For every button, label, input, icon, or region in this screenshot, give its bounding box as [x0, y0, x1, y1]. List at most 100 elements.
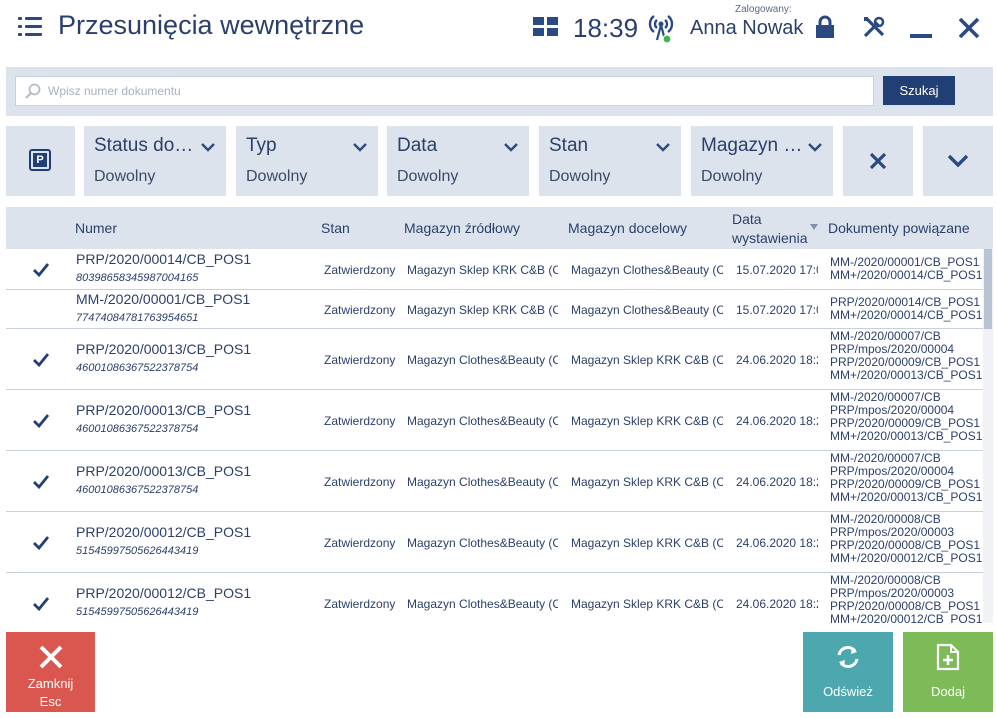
table-row[interactable]: MM-/2020/00001/CB_POS1 774740847817639546… [6, 290, 984, 329]
source-warehouse: Magazyn Sklep KRK C&B (CB) [407, 263, 558, 277]
filter-status[interactable]: Status dokumentu Dowolny [84, 126, 226, 196]
hamburger-menu-icon[interactable] [18, 17, 42, 37]
column-header-date-line2[interactable]: wystawienia [732, 230, 807, 246]
issue-date: 24.06.2020 18:20 [736, 536, 818, 550]
close-button-label: Zamknij [27, 676, 74, 691]
filter-title: Data [397, 135, 438, 156]
refresh-button-label: Odśwież [823, 684, 873, 699]
filter-value: Dowolny [701, 168, 763, 185]
filter-title: Stan [549, 135, 589, 156]
search-button[interactable]: Szukaj [883, 76, 955, 105]
scrollbar-thumb[interactable] [984, 249, 992, 329]
document-number: PRP/2020/00013/CB_POS1 [76, 463, 252, 479]
column-header-source-warehouse[interactable]: Magazyn źródłowy [404, 220, 520, 236]
tools-icon[interactable] [862, 15, 886, 39]
close-window-icon[interactable] [958, 17, 980, 39]
clear-filters-button[interactable] [843, 126, 913, 196]
document-state: Zatwierdzony [324, 475, 396, 489]
filter-title: Magazyn docelowy [701, 135, 803, 156]
column-header-state[interactable]: Stan [321, 220, 350, 236]
lock-icon[interactable] [815, 15, 835, 39]
filter-date[interactable]: Data Dowolny [387, 126, 529, 196]
search-input[interactable] [48, 81, 868, 101]
filter-value: Dowolny [94, 168, 156, 185]
table-row[interactable]: PRP/2020/00012/CB_POS1 515459975056264434… [6, 512, 984, 573]
related-document[interactable]: MM+/2020/00014/CB_POS1 [830, 269, 984, 282]
document-code: 77474084781763954651 [76, 312, 199, 324]
column-header-number[interactable]: Numer [75, 220, 117, 236]
related-document[interactable]: MM+/2020/00014/CB_POS1 [830, 309, 984, 322]
filter-type[interactable]: Typ Dowolny [236, 126, 378, 196]
close-button[interactable]: Zamknij Esc [6, 632, 95, 712]
column-header-date[interactable]: Data [732, 211, 762, 227]
clear-icon [869, 152, 887, 170]
related-documents: MM-/2020/00007/CB PRP/mpos/2020/00004 PRP/… [830, 330, 984, 389]
filter-title: Typ [246, 135, 277, 156]
document-code: 51545997505626443419 [76, 545, 199, 557]
table-row[interactable]: PRP/2020/00013/CB_POS1 460010863675223787… [6, 451, 984, 512]
related-document[interactable]: MM+/2020/00013/CB_POS1 [830, 369, 984, 382]
related-documents: PRP/2020/00014/CB_POS1 MM+/2020/00014/CB_… [830, 296, 984, 333]
add-button[interactable]: Dodaj [903, 632, 993, 712]
refresh-icon [837, 646, 859, 668]
target-warehouse: Magazyn Sklep KRK C&B (CB) [571, 414, 723, 428]
filter-title: Status dokumentu [94, 135, 196, 156]
search-field[interactable] [15, 76, 874, 106]
filter-value: Dowolny [246, 168, 308, 185]
source-warehouse: Magazyn Clothes&Beauty (CB) [407, 536, 558, 550]
target-warehouse: Magazyn Sklep KRK C&B (CB) [571, 353, 723, 367]
user-caption: Zalogowany: [735, 4, 792, 15]
table-row[interactable]: PRP/2020/00013/CB_POS1 460010863675223787… [6, 329, 984, 390]
source-warehouse: Magazyn Clothes&Beauty (CB) [407, 353, 558, 367]
close-button-shortcut: Esc [39, 694, 62, 709]
target-warehouse: Magazyn Sklep KRK C&B (CB) [571, 536, 723, 550]
table-row[interactable]: PRP/2020/00012/CB_POS1 515459975056264434… [6, 573, 984, 623]
scrollbar[interactable] [983, 249, 993, 623]
table-row[interactable]: PRP/2020/00014/CB_POS1 803986583459870041… [6, 249, 984, 290]
target-warehouse: Magazyn Sklep KRK C&B (CB) [571, 597, 723, 611]
filter-state[interactable]: Stan Dowolny [539, 126, 681, 196]
table-row[interactable]: PRP/2020/00013/CB_POS1 460010863675223787… [6, 390, 984, 451]
issue-date: 15.07.2020 17:02 [736, 263, 818, 277]
column-header-target-warehouse[interactable]: Magazyn docelowy [568, 220, 687, 236]
expand-filters-button[interactable] [923, 126, 993, 196]
column-header-related-docs[interactable]: Dokumenty powiązane [828, 220, 970, 236]
document-code: 46001086367522378754 [76, 484, 199, 496]
refresh-button[interactable]: Odśwież [803, 632, 893, 712]
issue-date: 24.06.2020 18:21 [736, 353, 818, 367]
related-document[interactable]: MM+/2020/00013/CB_POS1 [830, 491, 984, 504]
checkmark-icon [33, 414, 49, 428]
target-warehouse: Magazyn Clothes&Beauty (CB) [571, 303, 723, 317]
checkmark-icon [33, 353, 49, 367]
issue-date: 15.07.2020 17:02 [736, 303, 818, 317]
user-name: Anna Nowak [690, 17, 804, 39]
document-code: 46001086367522378754 [76, 362, 199, 374]
document-state: Zatwierdzony [324, 414, 396, 428]
tiles-grid-icon[interactable] [533, 17, 558, 37]
target-warehouse: Magazyn Clothes&Beauty (CB) [571, 263, 723, 277]
related-document[interactable]: MM+/2020/00012/CB_POS1 [830, 552, 984, 565]
minimize-icon[interactable] [910, 34, 932, 38]
related-document[interactable]: MM+/2020/00013/CB_POS1 [830, 430, 984, 443]
parking-filter-button[interactable]: P [6, 126, 75, 196]
checkmark-icon [33, 536, 49, 550]
source-warehouse: Magazyn Clothes&Beauty (CB) [407, 475, 558, 489]
sort-descending-icon [810, 224, 818, 230]
document-number: PRP/2020/00013/CB_POS1 [76, 402, 252, 418]
related-documents: MM-/2020/00007/CB PRP/mpos/2020/00004 PRP/… [830, 452, 984, 511]
related-documents: MM-/2020/00007/CB PRP/mpos/2020/00004 PRP/… [830, 391, 984, 450]
related-documents: MM-/2020/00008/CB PRP/mpos/2020/00003 PRP/… [830, 513, 984, 572]
add-document-icon [936, 643, 960, 671]
source-warehouse: Magazyn Clothes&Beauty (CB) [407, 597, 558, 611]
page-title: Przesunięcia wewnętrzne [58, 10, 365, 40]
chevron-down-icon [201, 143, 215, 152]
checkmark-icon [33, 263, 49, 277]
document-state: Zatwierdzony [324, 303, 396, 317]
signal-tower-icon [648, 15, 674, 44]
document-number: PRP/2020/00013/CB_POS1 [76, 341, 252, 357]
filter-target-warehouse[interactable]: Magazyn docelowy Dowolny [691, 126, 833, 196]
document-state: Zatwierdzony [324, 263, 396, 277]
document-code: 80398658345987004165 [76, 272, 199, 284]
add-button-label: Dodaj [931, 684, 965, 699]
related-document[interactable]: MM+/2020/00012/CB_POS1 [830, 613, 984, 624]
